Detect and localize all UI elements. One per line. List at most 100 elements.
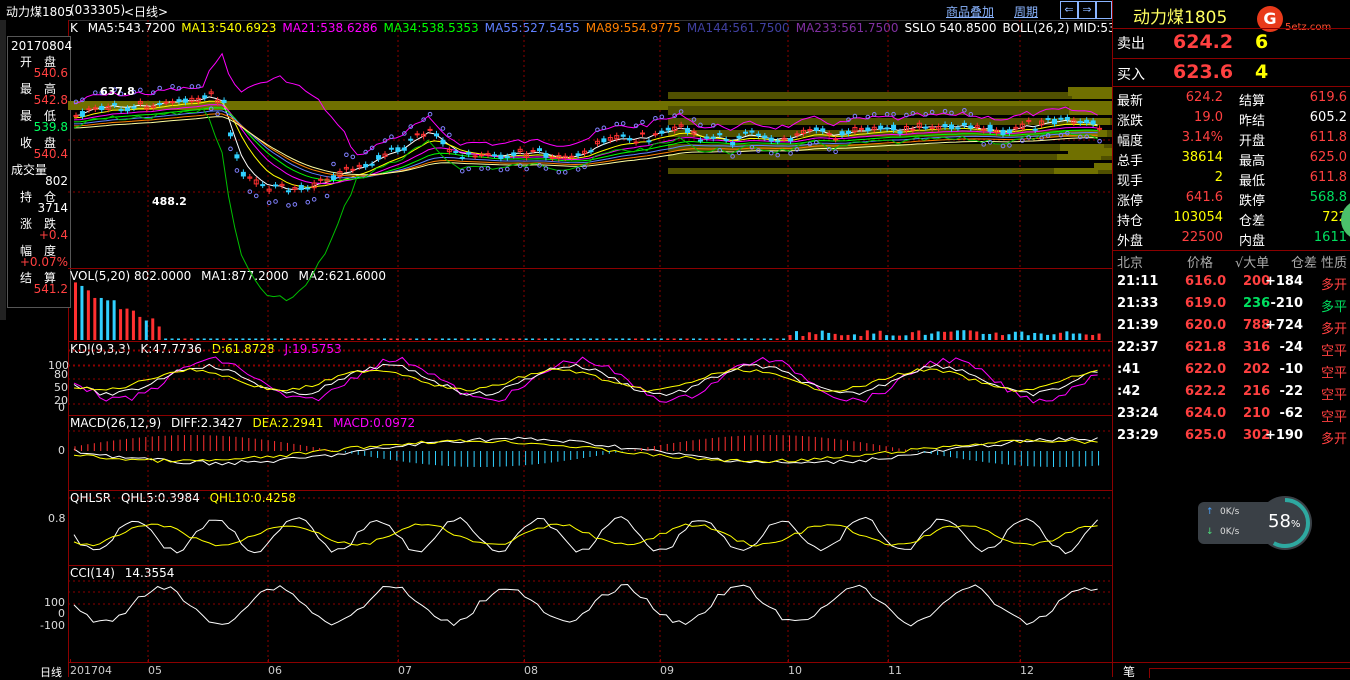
cci-tick-minus100: -100 [40, 619, 65, 632]
candle-body [395, 147, 401, 152]
volume-bar [672, 338, 676, 340]
tick-tab[interactable]: 笔 [1123, 663, 1135, 680]
candle-body [401, 147, 407, 151]
contract-code: (033305) [70, 3, 126, 17]
volume-bar [318, 338, 322, 340]
trade-nature: 空平 [1321, 366, 1348, 381]
trade-oi: +190 [1264, 428, 1303, 443]
volume-bar [106, 300, 110, 340]
info-low: 539.8 [33, 120, 68, 134]
quote-value: 625.0 [1309, 150, 1347, 165]
trade-oi: -24 [1279, 340, 1304, 355]
volume-bar [177, 338, 180, 340]
candle-body [305, 187, 311, 190]
trade-header-vol: √大单 [1235, 256, 1270, 271]
volume-bar [936, 331, 940, 340]
volume-bar [286, 338, 290, 340]
quote-label: 最高 [1239, 154, 1266, 169]
info-high: 542.8 [33, 93, 68, 107]
candle-body [228, 132, 233, 137]
sar-dot [93, 90, 98, 95]
volume-bar [460, 338, 464, 340]
candle-body [697, 139, 703, 142]
volume-bar [350, 338, 354, 340]
quote-row: 外盘 22500 内盘 1611 [1113, 228, 1350, 249]
bid-label: 买入 [1117, 67, 1145, 83]
kdj-j-line [73, 356, 1098, 404]
volume-bar [621, 338, 625, 340]
trade-price: 624.0 [1185, 406, 1227, 421]
volume-bar [331, 338, 335, 340]
x-axis-tick [268, 659, 269, 663]
volume-bar [724, 338, 728, 340]
quote-stats: 最新 624.2 结算 619.6 涨跌 19.0 昨结 605.2 幅度 3.14% 开盘 611.… [1113, 88, 1350, 250]
quote-row: 持仓 103054 仓差 722 [1113, 208, 1350, 229]
bar-info-panel: 20170804 开 盘 540.6 最 高 542.8 最 低 539.8 收… [7, 36, 72, 308]
nav-left-button[interactable]: ⇐ [1060, 1, 1078, 19]
nav-right-button[interactable]: ⇒ [1078, 1, 1096, 19]
sar-dot [479, 166, 484, 171]
quote-value: 38614 [1181, 150, 1223, 165]
candle-body [408, 138, 414, 141]
candle-body [260, 184, 266, 187]
candle-body [575, 153, 581, 157]
volume-bar [1007, 334, 1011, 340]
maximize-button[interactable] [1096, 1, 1112, 19]
candle-body [157, 103, 163, 106]
volume-profile-bar [1068, 148, 1112, 156]
volume-bar [640, 338, 644, 340]
candle-body [1000, 129, 1006, 136]
volume-bar [511, 338, 515, 340]
period-label: <日线> [124, 5, 169, 19]
candle-body [170, 101, 176, 104]
volume-bar [189, 338, 193, 340]
trade-time: :41 [1117, 362, 1141, 377]
volume-bar [447, 338, 451, 340]
candle-body [1045, 118, 1051, 121]
trade-nature: 空平 [1321, 410, 1348, 425]
volume-bar [299, 338, 303, 340]
chart-canvas[interactable]: 637.8 488.2 [68, 20, 1112, 662]
candle-body [665, 127, 671, 131]
quote-label: 外盘 [1117, 234, 1144, 249]
x-axis-tick [660, 659, 661, 663]
network-speed-widget[interactable]: ↑ 0K/s ↓ 0K/s 58% [1198, 494, 1314, 552]
period-button[interactable]: 周期 [1014, 3, 1038, 20]
sar-dot [575, 167, 581, 172]
volume-bar [891, 335, 895, 340]
volume-bar [756, 338, 760, 340]
volume-bar [486, 338, 489, 340]
candle-body [961, 122, 967, 126]
candle-body [820, 128, 826, 132]
candle-body [472, 155, 478, 158]
upload-speed: 0K/s [1220, 507, 1240, 517]
chart-title-bar: 动力煤1805 (033305) <日线> 商品叠加 周期 ⇐ ⇒ [0, 0, 1112, 21]
qhl5-line [73, 516, 1098, 555]
volume-bar [86, 290, 90, 340]
candle-body [118, 109, 124, 112]
volume-bar [1091, 334, 1095, 340]
left-toolbar-strip[interactable] [0, 20, 6, 320]
volume-bar [692, 338, 695, 340]
candle-body [459, 156, 465, 159]
overlay-button[interactable]: 商品叠加 [946, 3, 994, 20]
trade-row: 22:37 621.8 316 -24 空平 [1113, 338, 1350, 359]
trade-volume: 210 [1243, 406, 1271, 421]
volume-bar [1013, 331, 1017, 340]
sar-dot [189, 84, 195, 89]
volume-bar [93, 297, 97, 340]
candle-body [388, 147, 394, 150]
volume-bar [254, 338, 258, 340]
candle-body [730, 141, 736, 146]
candle-body [221, 99, 227, 103]
volume-bar [595, 338, 599, 340]
x-axis-tick [398, 659, 399, 663]
sar-dot [311, 197, 317, 202]
quote-value: 624.2 [1185, 90, 1223, 105]
candle-body [99, 105, 105, 111]
x-axis-label: 11 [888, 664, 902, 677]
volume-bar [1071, 333, 1075, 340]
info-volume: 802 [45, 174, 68, 188]
quote-label: 涨停 [1117, 194, 1144, 209]
sar-dot [170, 84, 175, 89]
